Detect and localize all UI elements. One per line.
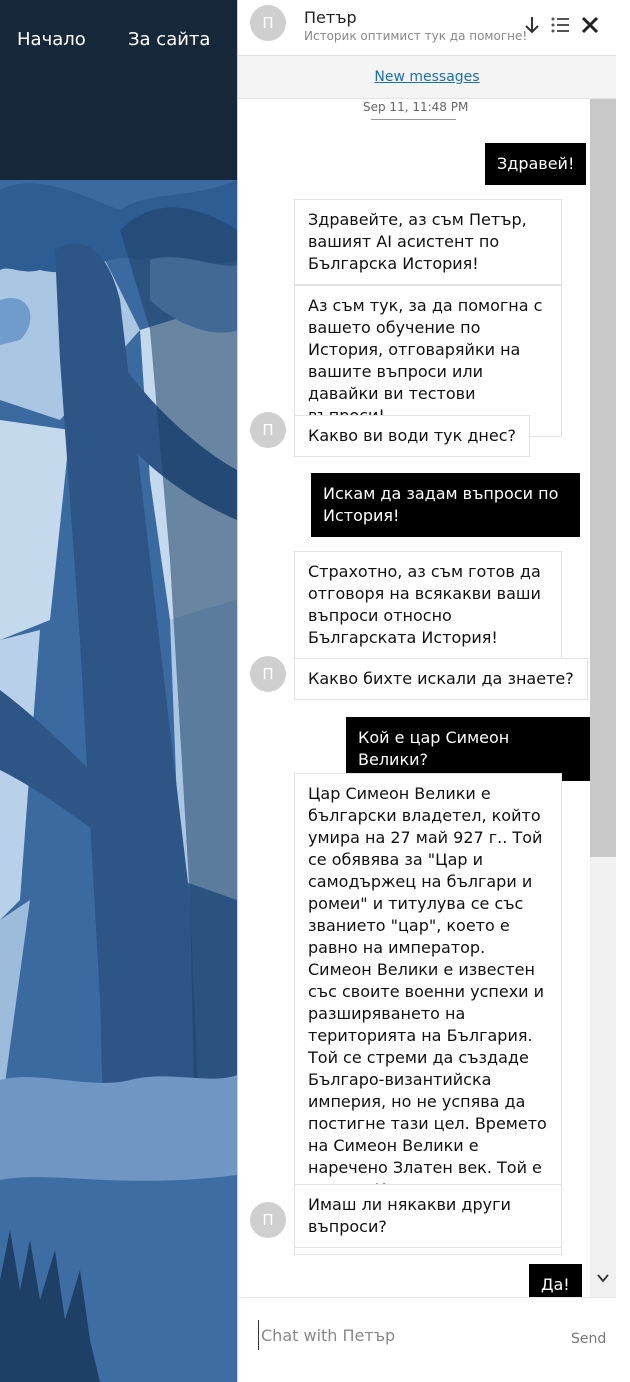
chevron-down-icon[interactable] <box>594 1271 612 1291</box>
nav-link-about[interactable]: За сайта <box>128 29 210 50</box>
website-background: Начало За сайта <box>0 0 237 1382</box>
close-icon[interactable] <box>579 14 601 36</box>
bot-message: Страхотно, аз съм готов да отговоря на в… <box>294 551 562 659</box>
agent-avatar: П <box>250 656 286 692</box>
agent-avatar: П <box>250 5 286 41</box>
scrollbar[interactable] <box>590 99 616 1297</box>
timestamp-divider <box>371 119 456 120</box>
bot-message: Имаш ли някакви други въпроси? <box>294 1184 562 1248</box>
forest-illustration <box>0 0 237 1382</box>
list-icon[interactable] <box>549 14 571 36</box>
chat-widget: П Петър Историк оптимист тук да помогне!… <box>237 0 616 1382</box>
bot-message: Цар Симеон Велики е български владетел, … <box>294 773 562 1255</box>
site-navbar: Начало За сайта <box>0 0 237 80</box>
nav-link-home[interactable]: Начало <box>17 29 86 50</box>
agent-name: Петър <box>304 8 357 27</box>
agent-avatar: П <box>250 412 286 448</box>
new-messages-link[interactable]: New messages <box>374 69 479 85</box>
chat-header: П Петър Историк оптимист тук да помогне! <box>238 0 616 56</box>
agent-avatar: П <box>250 1202 286 1238</box>
user-message: Здравей! <box>485 143 587 185</box>
send-button[interactable]: Send <box>571 1331 606 1347</box>
new-messages-bar: New messages <box>238 56 616 99</box>
chat-input[interactable] <box>258 1320 558 1350</box>
chat-input-area: Send <box>238 1297 616 1382</box>
scrollbar-thumb[interactable] <box>590 99 616 857</box>
user-message: Кой е цар Симеон Велики? <box>346 717 590 781</box>
agent-subtitle: Историк оптимист тук да помогне! <box>304 29 528 43</box>
bot-message: Здравейте, аз съм Петър, вашият AI асист… <box>294 199 562 285</box>
message-list: Sep 11, 11:48 PM Здравей! Здравейте, аз … <box>238 99 590 1297</box>
arrow-down-icon[interactable] <box>521 14 543 36</box>
user-message: Да! <box>529 1264 582 1297</box>
bot-message: Какво ви води тук днес? <box>294 415 531 457</box>
message-timestamp: Sep 11, 11:48 PM <box>363 100 469 114</box>
bot-message: Какво бихте искали да знаете? <box>294 658 588 700</box>
user-message: Искам да задам въпроси по История! <box>311 473 580 537</box>
